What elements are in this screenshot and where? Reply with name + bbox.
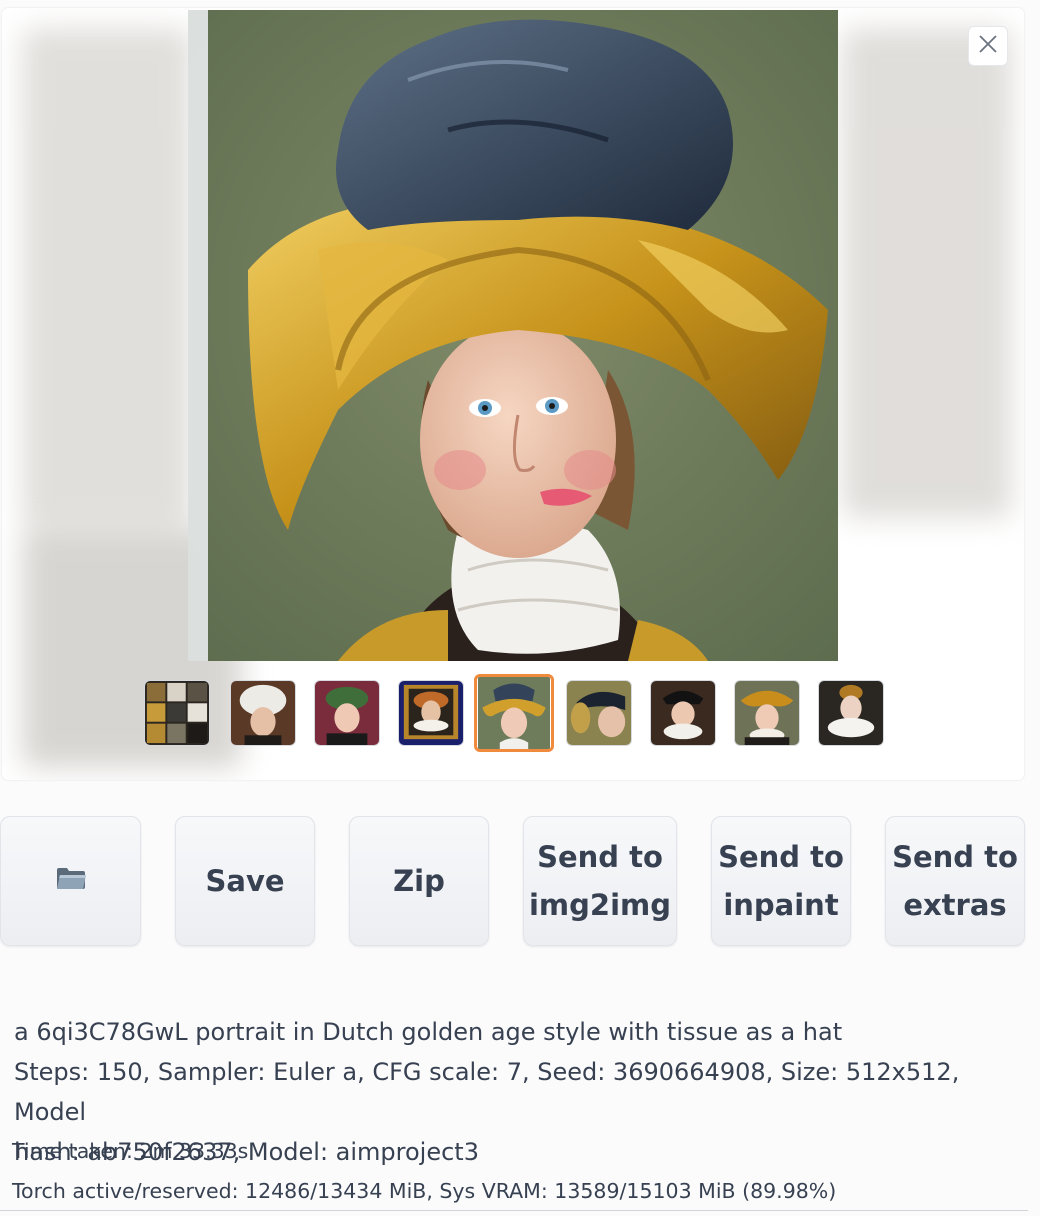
close-button[interactable] bbox=[968, 26, 1008, 66]
prompt-text: a 6qi3C78GwL portrait in Dutch golden ag… bbox=[14, 1018, 843, 1046]
time-taken-text: Time taken: 2m 33.33s bbox=[12, 1139, 249, 1163]
portrait-thumbnail-ruff-collar[interactable] bbox=[650, 680, 716, 746]
generation-info: a 6qi3C78GwL portrait in Dutch golden ag… bbox=[12, 1012, 1024, 1203]
portrait-thumbnail-framed[interactable] bbox=[398, 680, 464, 746]
parameters-text-line-1: Steps: 150, Sampler: Euler a, CFG scale:… bbox=[14, 1058, 960, 1126]
portrait-thumbnail-white-turban[interactable] bbox=[230, 680, 296, 746]
open-folder-button[interactable] bbox=[0, 816, 141, 946]
blurred-background-left bbox=[22, 28, 192, 528]
portrait-thumbnail-dark-hat[interactable] bbox=[566, 680, 632, 746]
portrait-thumbnail-gold-bow[interactable] bbox=[734, 680, 800, 746]
image-gallery bbox=[2, 8, 1024, 780]
main-generated-image[interactable] bbox=[188, 10, 838, 661]
save-button[interactable]: Save bbox=[175, 816, 315, 946]
zip-button[interactable]: Zip bbox=[349, 816, 489, 946]
blurred-background-right bbox=[842, 28, 1012, 518]
grid-thumbnail[interactable] bbox=[144, 680, 210, 746]
vram-usage-text: Torch active/reserved: 12486/13434 MiB, … bbox=[12, 1179, 837, 1203]
divider bbox=[0, 1210, 1028, 1211]
send-to-img2img-button[interactable]: Send to img2img bbox=[523, 816, 677, 946]
folder-icon bbox=[55, 857, 87, 905]
send-to-inpaint-button[interactable]: Send to inpaint bbox=[711, 816, 851, 946]
portrait-thumbnail-white-ruff[interactable] bbox=[818, 680, 884, 746]
portrait-thumbnail-green-hat[interactable] bbox=[314, 680, 380, 746]
send-to-extras-button[interactable]: Send to extras bbox=[885, 816, 1025, 946]
close-icon bbox=[978, 34, 998, 58]
portrait-thumbnail-gold-hat[interactable] bbox=[474, 674, 554, 752]
